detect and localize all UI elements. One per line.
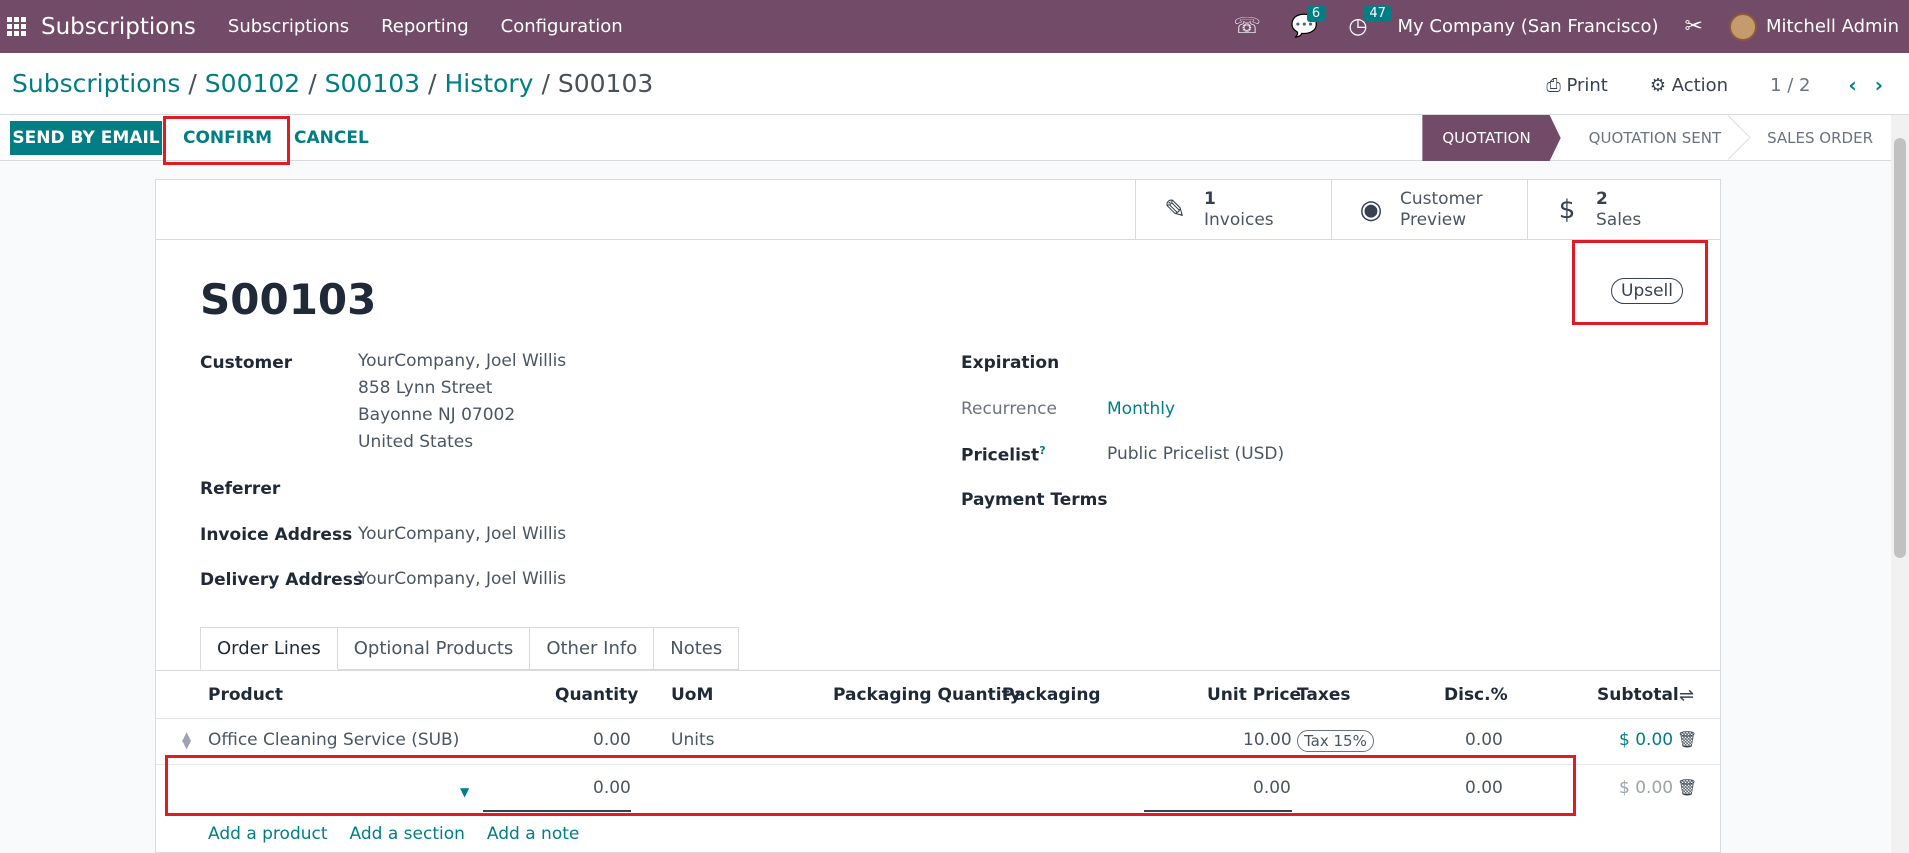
header-divider (156, 718, 1720, 719)
pager-value[interactable]: 1 / 2 (1770, 75, 1810, 96)
printer-icon: ⎙ (1546, 74, 1567, 96)
globe-icon: ◉ (1359, 195, 1383, 225)
column-uom[interactable]: UoM (671, 685, 713, 705)
breadcrumb: Subscriptions / S00102/S00103/History / S001… (12, 69, 654, 98)
breadcrumb-s00103[interactable]: S00103 (325, 69, 420, 98)
phone-icon[interactable]: ☏ (1233, 14, 1261, 39)
tab-other-info[interactable]: Other Info (530, 627, 655, 670)
column-packaging-quantity[interactable]: Packaging Quantity (833, 685, 1021, 705)
line-product[interactable]: Office Cleaning Service (SUB) (208, 730, 459, 750)
gear-icon: ⚙ (1649, 74, 1672, 96)
customer-preview-smart-button[interactable]: ◉ Customer Preview (1331, 180, 1527, 240)
apps-menu-icon[interactable] (7, 16, 27, 37)
confirm-highlight-box (163, 116, 290, 165)
column-unit-price[interactable]: Unit Price (1207, 685, 1301, 705)
stage-pipeline: QUOTATION QUOTATION SENT SALES ORDER (1422, 115, 1891, 161)
add-product-link[interactable]: Add a product (208, 824, 328, 844)
messages-icon[interactable]: 💬 6 (1291, 5, 1326, 39)
recurrence-label: Recurrence (961, 399, 1057, 419)
stage-sales-order[interactable]: SALES ORDER (1739, 115, 1891, 161)
edit-invoice-icon: ✎ (1164, 195, 1186, 225)
smart-buttons: ✎ 1 Invoices ◉ Customer Preview $ 2 Sales (156, 180, 1720, 240)
tab-order-lines[interactable]: Order Lines (200, 627, 338, 670)
trash-icon[interactable]: 🗑 (1677, 730, 1697, 749)
invoice-address-field[interactable]: YourCompany, Joel Willis (358, 521, 566, 548)
column-quantity[interactable]: Quantity (555, 685, 638, 705)
company-switcher[interactable]: My Company (San Francisco) (1398, 16, 1659, 37)
breadcrumb-subscriptions[interactable]: Subscriptions (12, 69, 180, 98)
send-by-email-button[interactable]: SEND BY EMAIL (10, 121, 162, 155)
line-unit-price[interactable]: 10.00 (1243, 730, 1292, 750)
app-brand[interactable]: Subscriptions (41, 14, 196, 40)
line-discount[interactable]: 0.00 (1465, 730, 1503, 750)
stage-quotation[interactable]: QUOTATION (1422, 115, 1561, 161)
add-note-link[interactable]: Add a note (487, 824, 579, 844)
referrer-label: Referrer (200, 479, 281, 499)
dollar-icon: $ (1558, 195, 1576, 225)
line-subtotal: $ 0.00 (1619, 730, 1674, 750)
control-panel: Subscriptions / S00102/S00103/History / S001… (0, 53, 1909, 115)
invoices-smart-button[interactable]: ✎ 1 Invoices (1135, 180, 1331, 240)
tab-optional-products[interactable]: Optional Products (337, 627, 531, 670)
help-tooltip-icon[interactable]: ? (1039, 444, 1045, 457)
recurrence-field[interactable]: Monthly (1107, 396, 1175, 423)
customer-label: Customer (200, 353, 293, 373)
trash-icon[interactable]: 🗑 (1677, 778, 1697, 797)
invoice-address-label: Invoice Address (200, 525, 353, 545)
messages-badge: 6 (1306, 5, 1326, 22)
drag-handle-icon[interactable]: ▲ ▼ (182, 730, 191, 750)
line-uom[interactable]: Units (671, 730, 714, 750)
column-settings-icon[interactable]: ⇌ (1679, 685, 1694, 706)
scrollbar-thumb[interactable] (1894, 138, 1906, 558)
record-title: S00103 (200, 275, 377, 324)
payment-terms-label: Payment Terms (961, 490, 1108, 510)
pager-previous-icon[interactable]: ‹ (1849, 73, 1857, 97)
add-section-link[interactable]: Add a section (350, 824, 465, 844)
column-taxes[interactable]: Taxes (1297, 685, 1351, 705)
upsell-highlight-box (1572, 240, 1708, 325)
activities-badge: 47 (1364, 5, 1391, 22)
print-button[interactable]: ⎙ Print (1546, 75, 1608, 96)
breadcrumb-current: S00103 (557, 69, 654, 98)
user-menu[interactable]: Mitchell Admin (1766, 16, 1899, 37)
menu-subscriptions[interactable]: Subscriptions (228, 16, 349, 37)
top-navbar: Subscriptions Subscriptions Reporting Co… (0, 0, 1909, 53)
customer-field[interactable]: YourCompany, Joel Willis 858 Lynn Street… (358, 348, 566, 456)
menu-configuration[interactable]: Configuration (501, 16, 623, 37)
debug-tools-icon[interactable]: ✂ (1685, 14, 1703, 39)
tab-notes[interactable]: Notes (654, 627, 740, 670)
avatar[interactable] (1728, 12, 1757, 41)
notebook-tabs: Order Lines Optional Products Other Info… (200, 627, 740, 670)
pricelist-field[interactable]: Public Pricelist (USD) (1107, 441, 1284, 468)
line-quantity[interactable]: 0.00 (593, 730, 631, 750)
delivery-address-label: Delivery Address (200, 570, 363, 590)
stage-quotation-sent[interactable]: QUOTATION SENT (1561, 115, 1739, 161)
sales-smart-button[interactable]: $ 2 Sales (1527, 180, 1720, 240)
tax-badge[interactable]: Tax 15% (1297, 730, 1374, 752)
new-line-highlight-box (165, 755, 1576, 816)
add-line-links: Add a product Add a section Add a note (208, 824, 601, 844)
pricelist-label: Pricelist? (961, 444, 1046, 466)
edit-subtotal: $ 0.00 (1619, 778, 1674, 798)
pager-next-icon[interactable]: › (1875, 73, 1883, 97)
delivery-address-field[interactable]: YourCompany, Joel Willis (358, 566, 566, 593)
breadcrumb-history[interactable]: History (444, 69, 533, 98)
tab-divider (156, 670, 1720, 671)
breadcrumb-s00102[interactable]: S00102 (205, 69, 300, 98)
column-subtotal[interactable]: Subtotal (1597, 685, 1679, 705)
column-packaging[interactable]: Packaging (1002, 685, 1101, 705)
form-sheet: ✎ 1 Invoices ◉ Customer Preview $ 2 Sales S… (155, 179, 1721, 853)
column-product[interactable]: Product (208, 685, 283, 705)
column-discount[interactable]: Disc.% (1444, 685, 1508, 705)
expiration-label: Expiration (961, 353, 1060, 373)
cancel-button[interactable]: CANCEL (294, 121, 369, 155)
action-button[interactable]: ⚙ Action (1650, 75, 1728, 96)
menu-reporting[interactable]: Reporting (381, 16, 469, 37)
activities-clock-icon[interactable]: ◷ 47 (1348, 5, 1391, 39)
